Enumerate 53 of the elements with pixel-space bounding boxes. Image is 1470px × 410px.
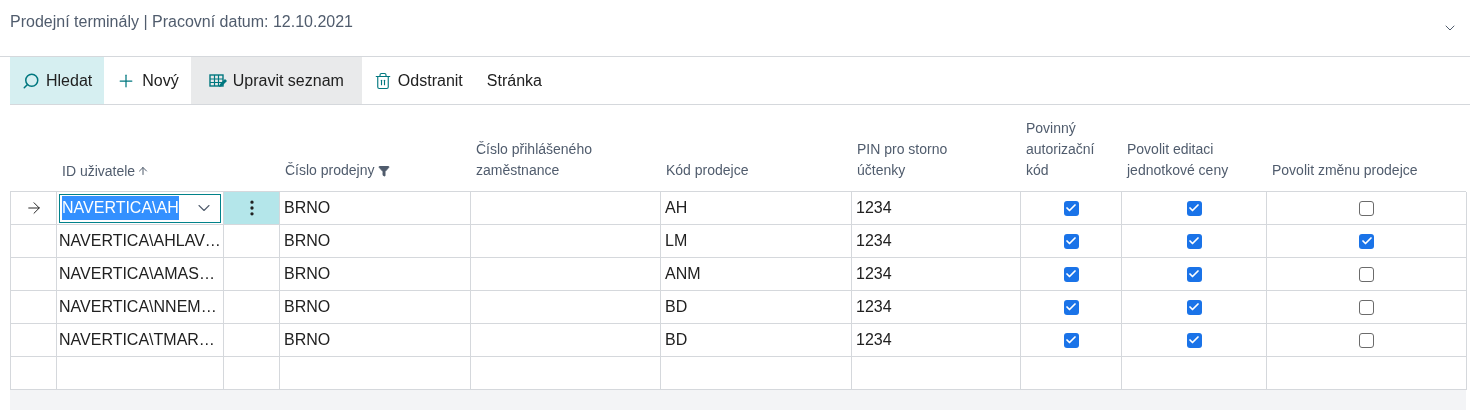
trash-icon	[373, 71, 392, 90]
checkbox[interactable]	[1359, 200, 1374, 216]
column-header[interactable]: Povolit editaci jednotkové ceny	[1127, 139, 1258, 181]
column-header[interactable]: Povinný autorizační kód	[1026, 118, 1113, 181]
table-cell-text: BRNO	[284, 264, 331, 284]
column-header[interactable]: Kód prodejce	[666, 160, 749, 181]
checkbox[interactable]	[1186, 200, 1202, 216]
checkbox[interactable]	[1063, 299, 1079, 315]
edit-list-icon	[208, 72, 227, 89]
table-cell-text: AH	[665, 198, 688, 218]
checkbox[interactable]	[1186, 299, 1202, 315]
table-cell-text: 1234	[856, 231, 892, 251]
table-cell-text: BRNO	[284, 330, 331, 350]
checkbox[interactable]	[1063, 332, 1079, 348]
table-cell-text: NAVERTICA\NNEM…	[59, 297, 217, 317]
column-header[interactable]: Číslo přihlášeného zaměstnance	[476, 139, 652, 181]
table-cell-text: ANM	[665, 264, 701, 284]
column-header[interactable]: Povolit změnu prodejce	[1272, 160, 1418, 181]
table-cell-text: 1234	[856, 330, 892, 350]
table-cell-text: BD	[665, 330, 688, 350]
checkbox[interactable]	[1359, 266, 1374, 282]
table-cell-text: 1234	[856, 264, 892, 284]
table-cell-text: NAVERTICA\TMAR…	[59, 330, 215, 350]
checkbox[interactable]	[1186, 266, 1202, 282]
column-header[interactable]: PIN pro storno účtenky	[857, 139, 960, 181]
toolbar-button[interactable]: Upravit seznam	[190, 57, 362, 104]
table-cell-text: BRNO	[284, 297, 331, 317]
checkbox[interactable]	[1186, 233, 1202, 249]
checkbox[interactable]	[1359, 299, 1374, 315]
table-cell-text: BRNO	[284, 231, 331, 251]
toolbar-button[interactable]: Hledat	[10, 57, 105, 104]
sort-ascending-icon	[137, 165, 150, 177]
checkbox[interactable]	[1063, 233, 1079, 249]
checkbox[interactable]	[1359, 332, 1374, 348]
search-icon	[22, 71, 40, 90]
checkbox[interactable]	[1359, 233, 1374, 249]
column-header[interactable]: ID uživatele	[62, 161, 150, 181]
table-cell-text: 1234	[856, 297, 892, 317]
toolbar-button[interactable]: Stránka	[474, 57, 554, 104]
checkbox[interactable]	[1186, 332, 1202, 348]
checkbox[interactable]	[1063, 200, 1079, 216]
table-cell-text: 1234	[856, 198, 892, 218]
table-cell-text: NAVERTICA\AHLAV…	[59, 231, 221, 251]
table-cell-text: BD	[665, 297, 688, 317]
page-title: Prodejní terminály | Pracovní datum: 12.10.2021	[10, 12, 353, 32]
column-header[interactable]: Číslo prodejny	[285, 160, 390, 181]
toolbar-button[interactable]: Odstranit	[361, 57, 475, 104]
table-cell-text: BRNO	[284, 198, 331, 218]
checkbox[interactable]	[1063, 266, 1079, 282]
toolbar-button[interactable]: Nový	[104, 57, 191, 104]
table-cell-text: LM	[665, 231, 688, 251]
filter-icon	[377, 165, 390, 178]
table-cell-text: NAVERTICA\AMAS…	[59, 264, 215, 284]
